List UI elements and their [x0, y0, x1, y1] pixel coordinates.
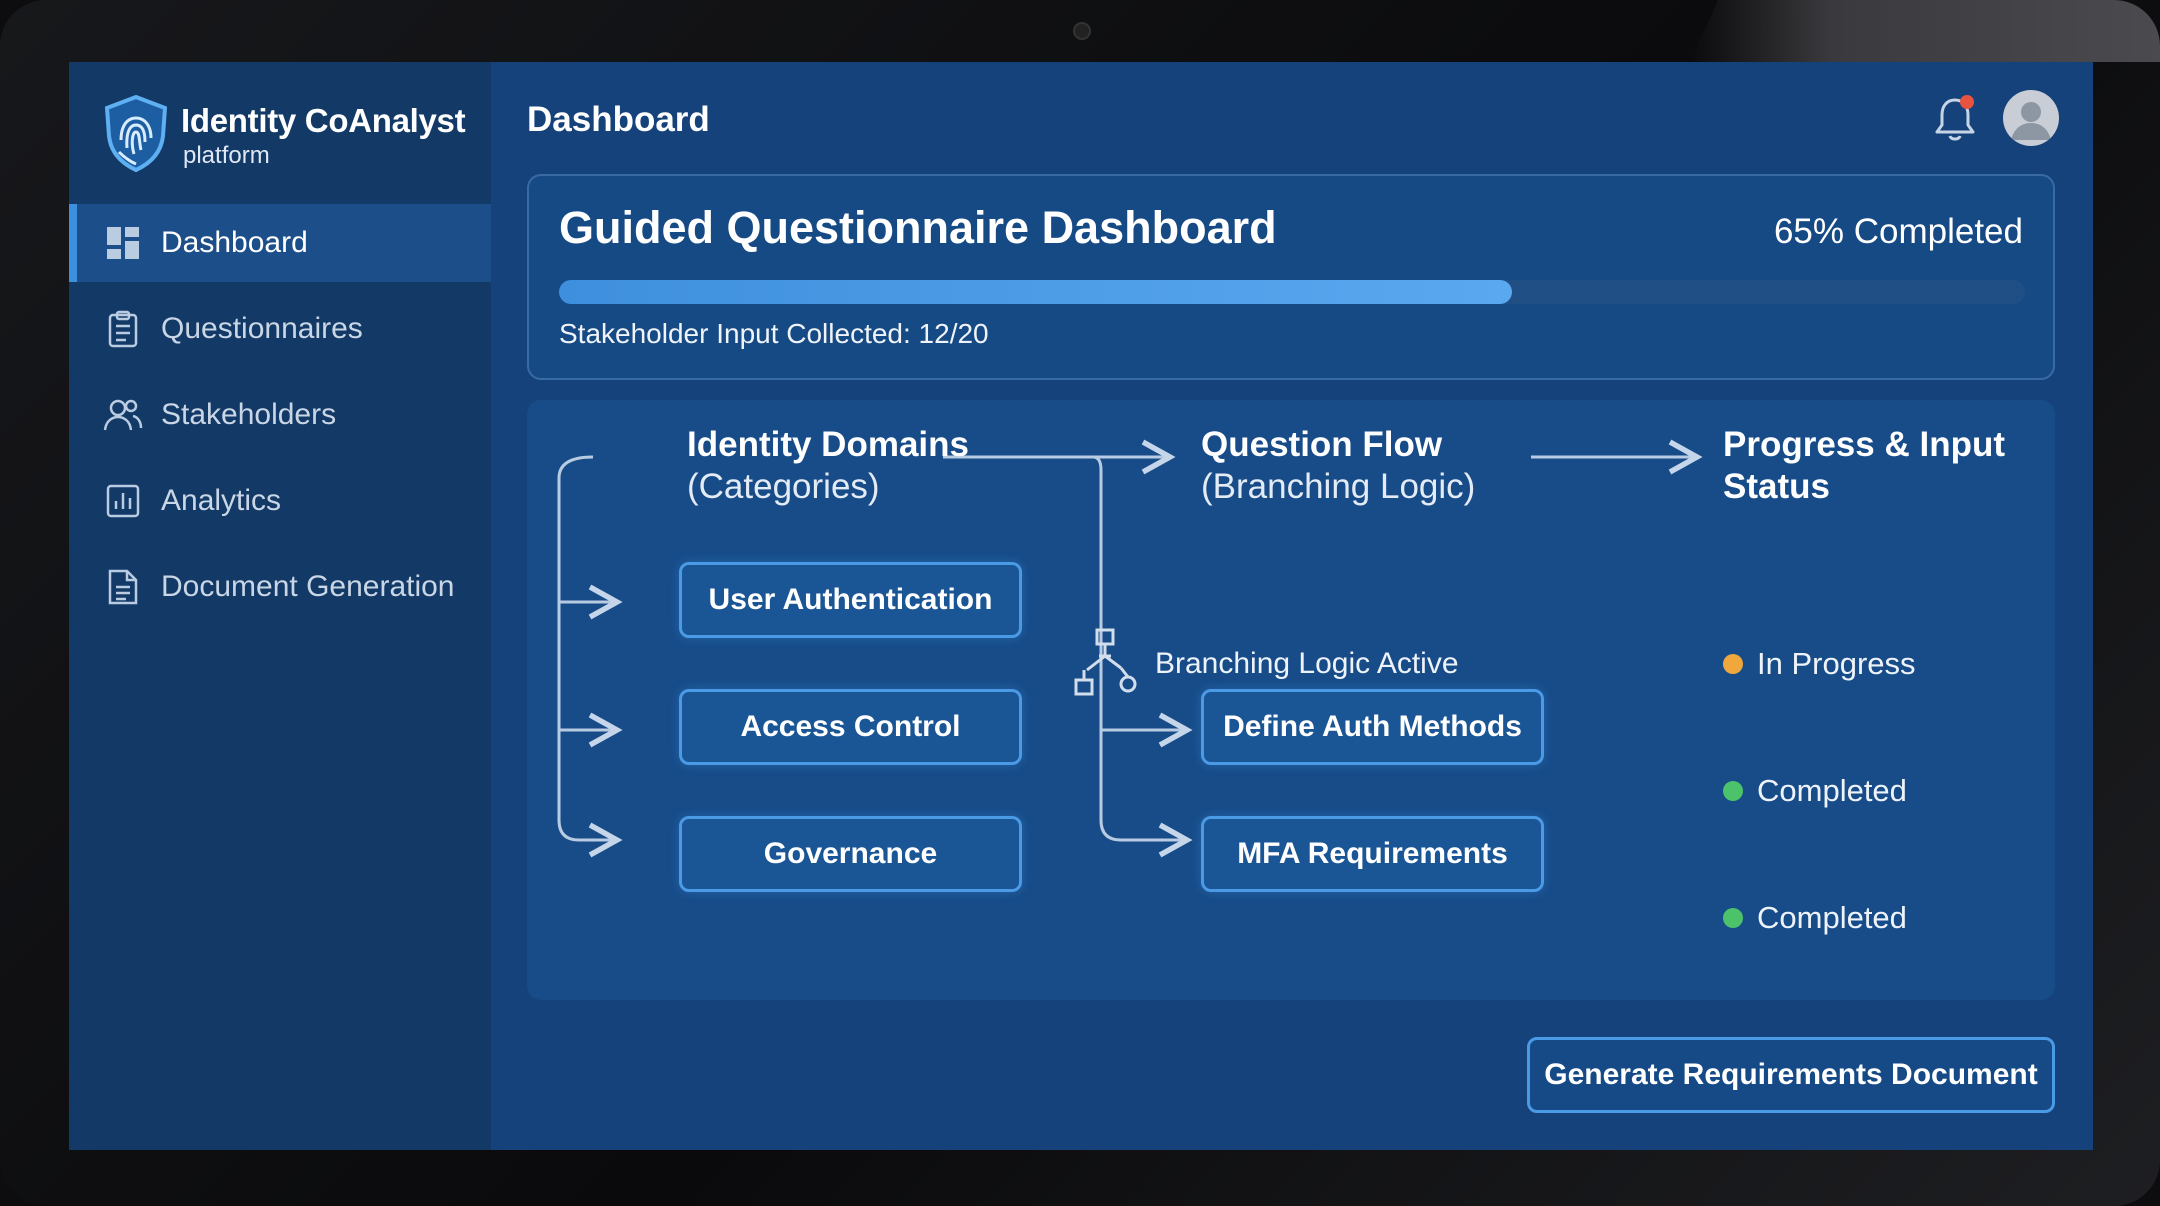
sidebar-item-analytics[interactable]: Analytics: [69, 462, 491, 540]
status-dot-completed: [1723, 908, 1743, 928]
bezel-gloss: [1690, 0, 2160, 62]
notification-bell-icon[interactable]: [1931, 92, 1979, 144]
page-title: Dashboard: [527, 100, 710, 139]
user-avatar[interactable]: [2003, 90, 2059, 146]
brand-name: Identity CoAnalyst: [181, 102, 466, 139]
camera-dot: [1073, 22, 1091, 40]
question-flow-heading-sub: (Branching Logic): [1201, 467, 1476, 506]
users-icon: [103, 395, 143, 435]
status-item: Completed: [1723, 900, 1907, 936]
domains-heading-title: Identity Domains: [687, 425, 969, 464]
user-silhouette-icon: [2011, 102, 2051, 140]
question-define-auth-methods[interactable]: Define Auth Methods: [1201, 689, 1544, 765]
dashboard-icon: [103, 223, 143, 263]
question-flow-heading-title: Question Flow: [1201, 425, 1443, 464]
completion-percent: 65% Completed: [1773, 212, 2023, 251]
stakeholder-input-count: Stakeholder Input Collected: 12/20: [559, 318, 989, 349]
progress-bar: [559, 280, 2025, 304]
app-screen: Identity CoAnalyst platform Dashboard Qu…: [69, 62, 2093, 1150]
domain-governance[interactable]: Governance: [679, 816, 1022, 892]
sidebar: Identity CoAnalyst platform Dashboard Qu…: [69, 62, 491, 1150]
sidebar-item-label: Questionnaires: [161, 312, 363, 345]
domain-user-authentication[interactable]: User Authentication: [679, 562, 1022, 638]
status-heading-line2: Status: [1723, 467, 1830, 506]
progress-bar-fill: [559, 280, 1512, 304]
sidebar-item-stakeholders[interactable]: Stakeholders: [69, 376, 491, 454]
sidebar-item-questionnaires[interactable]: Questionnaires: [69, 290, 491, 368]
shield-fingerprint-icon: [104, 94, 168, 172]
brand: Identity CoAnalyst platform: [101, 90, 481, 180]
clipboard-icon: [103, 309, 143, 349]
sidebar-item-label: Stakeholders: [161, 398, 337, 431]
flow-panel: Identity Domains (Categories) Question F…: [527, 400, 2055, 1000]
domains-heading: Identity Domains (Categories): [687, 424, 969, 508]
document-icon: [103, 567, 143, 607]
domain-access-control[interactable]: Access Control: [679, 689, 1022, 765]
sidebar-item-document-generation[interactable]: Document Generation: [69, 548, 491, 626]
brand-subtitle: platform: [183, 142, 270, 169]
chart-icon: [103, 481, 143, 521]
status-label: Completed: [1757, 900, 1907, 935]
status-dot-completed: [1723, 781, 1743, 801]
status-item: In Progress: [1723, 646, 1916, 682]
question-mfa-requirements[interactable]: MFA Requirements: [1201, 816, 1544, 892]
status-label: In Progress: [1757, 646, 1916, 681]
sidebar-item-dashboard[interactable]: Dashboard: [69, 204, 491, 282]
sidebar-item-label: Document Generation: [161, 570, 455, 603]
status-dot-in-progress: [1723, 654, 1743, 674]
status-label: Completed: [1757, 773, 1907, 808]
status-heading-line1: Progress & Input: [1723, 425, 2005, 464]
sidebar-item-label: Dashboard: [161, 226, 308, 259]
sidebar-nav: Dashboard Questionnaires Stakeholders An…: [69, 204, 491, 634]
status-item: Completed: [1723, 773, 1907, 809]
questionnaire-progress-card: Guided Questionnaire Dashboard 65% Compl…: [527, 174, 2055, 380]
status-heading: Progress & Input Status: [1723, 424, 2005, 508]
branching-logic-status: Branching Logic Active: [1155, 647, 1459, 680]
branching-logic-icon: [1074, 628, 1137, 696]
progress-card-title: Guided Questionnaire Dashboard: [559, 202, 1277, 253]
question-flow-heading: Question Flow (Branching Logic): [1201, 424, 1475, 508]
generate-requirements-document-button[interactable]: Generate Requirements Document: [1527, 1037, 2055, 1113]
sidebar-item-label: Analytics: [161, 484, 282, 517]
domains-heading-sub: (Categories): [687, 467, 880, 506]
